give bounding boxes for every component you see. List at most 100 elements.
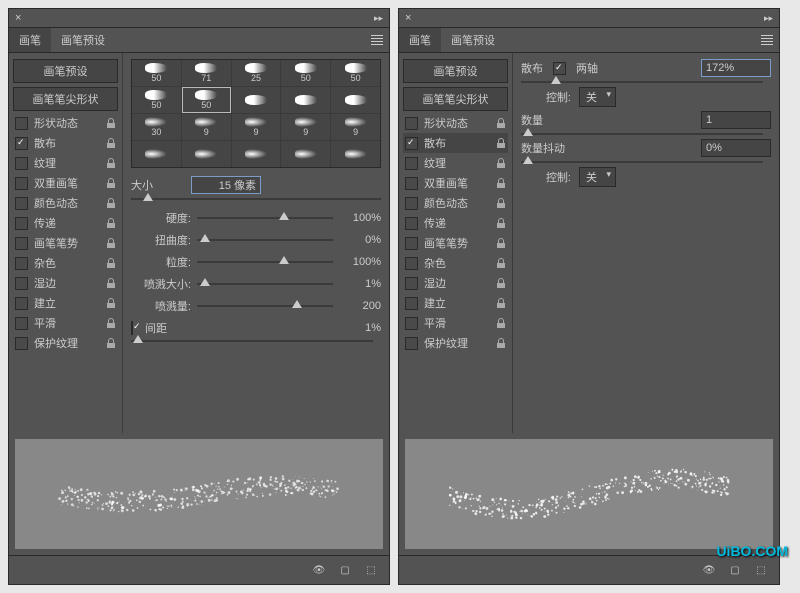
checkbox[interactable] — [405, 197, 418, 210]
sidebar-opt-6[interactable]: 画笔笔势 — [403, 233, 508, 253]
panel-menu-icon[interactable] — [371, 35, 383, 45]
sidebar-opt-3[interactable]: 双重画笔 — [13, 173, 118, 193]
checkbox[interactable] — [15, 317, 28, 330]
lock-icon[interactable] — [496, 258, 506, 268]
lock-icon[interactable] — [106, 118, 116, 128]
brush-tip-cell[interactable]: 50 — [182, 87, 231, 113]
checkbox[interactable] — [405, 237, 418, 250]
checkbox[interactable] — [15, 237, 28, 250]
count-jitter-input[interactable] — [701, 139, 771, 157]
checkbox[interactable] — [405, 137, 418, 150]
brush-tip-cell[interactable] — [281, 141, 330, 167]
checkbox[interactable] — [405, 157, 418, 170]
checkbox[interactable] — [15, 277, 28, 290]
checkbox[interactable] — [15, 257, 28, 270]
lock-icon[interactable] — [496, 338, 506, 348]
size-input[interactable] — [191, 176, 261, 194]
brush-tip-cell[interactable] — [281, 87, 330, 113]
lock-icon[interactable] — [106, 138, 116, 148]
brush-tip-cell[interactable]: 50 — [281, 60, 330, 86]
trash-icon[interactable]: ⬚ — [753, 563, 769, 577]
lock-icon[interactable] — [106, 178, 116, 188]
lock-icon[interactable] — [106, 338, 116, 348]
lock-icon[interactable] — [496, 218, 506, 228]
collapse-icon[interactable]: ▸▸ — [374, 13, 383, 24]
checkbox[interactable] — [15, 117, 28, 130]
lock-icon[interactable] — [106, 278, 116, 288]
lock-icon[interactable] — [496, 118, 506, 128]
collapse-icon[interactable]: ▸▸ — [764, 13, 773, 24]
close-icon[interactable]: × — [15, 12, 21, 24]
brush-tip-cell[interactable]: 30 — [132, 114, 181, 140]
sidebar-opt-7[interactable]: 杂色 — [403, 253, 508, 273]
scatter-input[interactable] — [701, 59, 771, 77]
lock-icon[interactable] — [496, 138, 506, 148]
checkbox[interactable] — [405, 177, 418, 190]
brush-tip-cell[interactable] — [331, 141, 380, 167]
slider[interactable] — [197, 261, 333, 263]
brush-tip-cell[interactable] — [331, 87, 380, 113]
checkbox[interactable] — [405, 277, 418, 290]
checkbox[interactable] — [15, 137, 28, 150]
tab-brush[interactable]: 画笔 — [399, 28, 441, 52]
new-preset-icon[interactable]: ▢ — [727, 563, 743, 577]
trash-icon[interactable]: ⬚ — [363, 563, 379, 577]
sidebar-opt-7[interactable]: 杂色 — [13, 253, 118, 273]
checkbox[interactable] — [405, 297, 418, 310]
new-preset-icon[interactable]: ▢ — [337, 563, 353, 577]
sidebar-opt-1[interactable]: 散布 — [13, 133, 118, 153]
toggle-preview-icon[interactable]: 👁 — [701, 563, 717, 577]
lock-icon[interactable] — [106, 298, 116, 308]
sidebar-opt-10[interactable]: 平滑 — [13, 313, 118, 333]
brush-tip-cell[interactable]: 9 — [331, 114, 380, 140]
lock-icon[interactable] — [496, 238, 506, 248]
brush-preset-button[interactable]: 画笔预设 — [13, 59, 118, 83]
brush-tip-cell[interactable]: 50 — [331, 60, 380, 86]
sidebar-opt-0[interactable]: 形状动态 — [403, 113, 508, 133]
lock-icon[interactable] — [496, 318, 506, 328]
sidebar-opt-3[interactable]: 双重画笔 — [403, 173, 508, 193]
checkbox[interactable] — [15, 217, 28, 230]
both-axes-checkbox[interactable] — [553, 62, 566, 75]
slider[interactable] — [197, 239, 333, 241]
checkbox[interactable] — [405, 337, 418, 350]
checkbox[interactable] — [15, 157, 28, 170]
sidebar-opt-4[interactable]: 颜色动态 — [403, 193, 508, 213]
brush-tip-cell[interactable]: 9 — [232, 114, 281, 140]
slider[interactable] — [197, 283, 333, 285]
brush-tip-grid[interactable]: 50712550505050309999 — [131, 59, 381, 168]
checkbox[interactable] — [15, 297, 28, 310]
lock-icon[interactable] — [496, 278, 506, 288]
lock-icon[interactable] — [106, 258, 116, 268]
brush-tip-cell[interactable]: 9 — [182, 114, 231, 140]
lock-icon[interactable] — [106, 198, 116, 208]
checkbox[interactable] — [15, 177, 28, 190]
sidebar-opt-11[interactable]: 保护纹理 — [403, 333, 508, 353]
sidebar-opt-9[interactable]: 建立 — [403, 293, 508, 313]
sidebar-opt-6[interactable]: 画笔笔势 — [13, 233, 118, 253]
sidebar-opt-8[interactable]: 湿边 — [403, 273, 508, 293]
brush-tip-cell[interactable] — [232, 141, 281, 167]
tab-preset[interactable]: 画笔预设 — [441, 28, 505, 52]
lock-icon[interactable] — [496, 178, 506, 188]
control-dropdown[interactable]: 关 — [579, 87, 616, 107]
toggle-preview-icon[interactable]: 👁 — [311, 563, 327, 577]
sidebar-opt-8[interactable]: 湿边 — [13, 273, 118, 293]
sidebar-opt-4[interactable]: 颜色动态 — [13, 193, 118, 213]
sidebar-opt-2[interactable]: 纹理 — [403, 153, 508, 173]
lock-icon[interactable] — [106, 318, 116, 328]
brush-tip-cell[interactable] — [232, 87, 281, 113]
sidebar-opt-1[interactable]: 散布 — [403, 133, 508, 153]
checkbox[interactable] — [15, 337, 28, 350]
brush-tip-shape[interactable]: 画笔笔尖形状 — [403, 87, 508, 111]
brush-tip-cell[interactable]: 71 — [182, 60, 231, 86]
sidebar-opt-2[interactable]: 纹理 — [13, 153, 118, 173]
brush-tip-cell[interactable] — [182, 141, 231, 167]
lock-icon[interactable] — [106, 238, 116, 248]
control-dropdown-2[interactable]: 关 — [579, 167, 616, 187]
count-input[interactable] — [701, 111, 771, 129]
checkbox[interactable] — [405, 257, 418, 270]
brush-tip-cell[interactable]: 50 — [132, 60, 181, 86]
sidebar-opt-5[interactable]: 传递 — [13, 213, 118, 233]
checkbox[interactable] — [405, 217, 418, 230]
